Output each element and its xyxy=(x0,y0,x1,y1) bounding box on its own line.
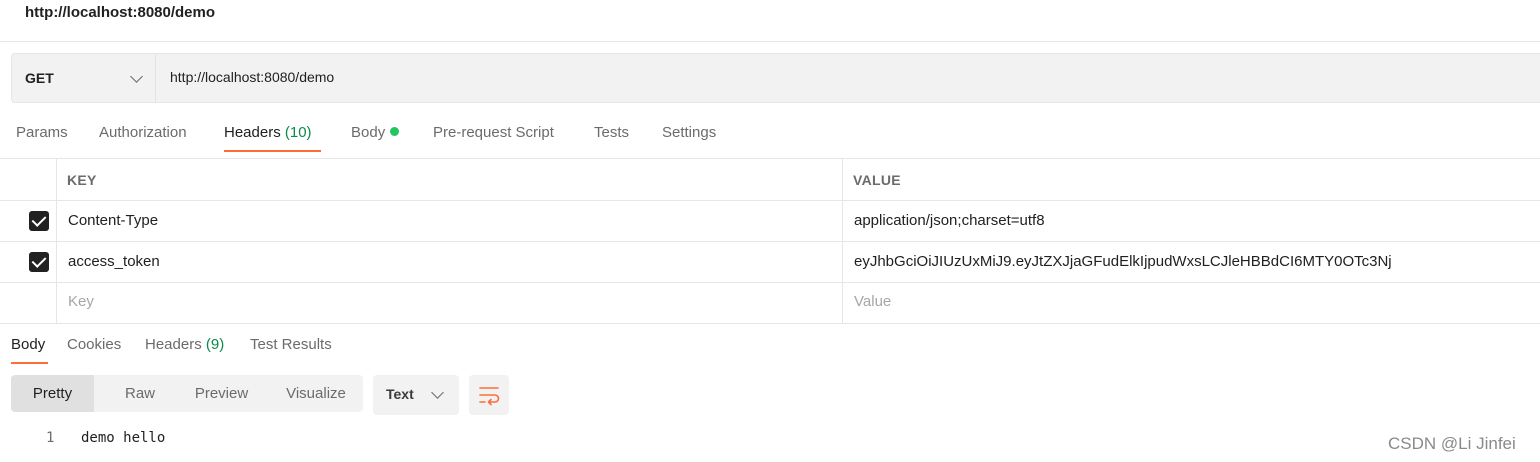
body-indicator-dot-icon xyxy=(390,127,400,136)
word-wrap-button[interactable] xyxy=(469,375,509,415)
new-value-input[interactable]: Value xyxy=(854,293,891,310)
response-body-line: demo hello xyxy=(81,430,166,446)
chevron-down-icon xyxy=(130,70,143,83)
active-tab-underline xyxy=(224,150,321,152)
request-tabs: Params Authorization Headers (10) Body P… xyxy=(0,114,1540,158)
watermark: CSDN @Li Jinfei xyxy=(1388,434,1516,453)
active-tab-underline xyxy=(11,362,48,364)
view-visualize-button[interactable]: Visualize xyxy=(269,375,363,412)
tab-label: Tests xyxy=(594,124,630,141)
new-key-input[interactable]: Key xyxy=(68,293,94,310)
request-title[interactable]: http://localhost:8080/demo xyxy=(25,4,215,21)
divider xyxy=(0,282,1540,283)
row-enabled-checkbox[interactable] xyxy=(29,252,49,272)
tab-label: Pre-request Script xyxy=(433,124,554,141)
tab-headers[interactable]: Headers (10) xyxy=(224,124,312,141)
tab-tests[interactable]: Tests xyxy=(594,124,629,141)
tab-label: Headers xyxy=(224,124,281,141)
tab-label: Headers xyxy=(145,336,202,353)
url-bar: GET http://localhost:8080/demo xyxy=(11,53,1540,103)
tab-label: Body xyxy=(351,124,386,141)
tab-label: Authorization xyxy=(99,124,187,141)
wrap-lines-icon xyxy=(479,387,500,406)
view-pretty-button[interactable]: Pretty xyxy=(11,375,94,412)
method-select[interactable]: GET xyxy=(12,54,156,102)
header-value-cell[interactable]: eyJhbGciOiJIUzUxMiJ9.eyJtZXJjaGFudElkIjp… xyxy=(854,253,1392,270)
method-label: GET xyxy=(25,70,54,86)
chevron-down-icon xyxy=(431,386,444,399)
divider xyxy=(842,158,843,324)
headers-table: KEY VALUE Content-Type application/json;… xyxy=(0,158,1540,324)
column-header-key: KEY xyxy=(67,172,97,188)
header-value-cell[interactable]: application/json;charset=utf8 xyxy=(854,212,1045,229)
divider xyxy=(56,158,57,324)
tab-response-body[interactable]: Body xyxy=(11,336,45,353)
tab-authorization[interactable]: Authorization xyxy=(99,124,187,141)
divider xyxy=(0,158,1540,159)
tab-test-results[interactable]: Test Results xyxy=(250,336,332,353)
line-number: 1 xyxy=(46,430,55,446)
tab-response-headers[interactable]: Headers (9) xyxy=(145,336,224,353)
tab-pre-request-script[interactable]: Pre-request Script xyxy=(433,124,554,141)
url-input[interactable]: http://localhost:8080/demo xyxy=(170,69,334,85)
view-raw-button[interactable]: Raw xyxy=(106,375,174,412)
tab-count: (10) xyxy=(284,124,312,141)
tab-settings[interactable]: Settings xyxy=(662,124,716,141)
tab-label: Settings xyxy=(662,124,717,141)
tab-count: (9) xyxy=(205,336,225,353)
header-key-cell[interactable]: Content-Type xyxy=(68,212,158,229)
divider xyxy=(0,200,1540,201)
view-preview-button[interactable]: Preview xyxy=(174,375,269,412)
header-key-cell[interactable]: access_token xyxy=(68,253,160,270)
divider xyxy=(0,241,1540,242)
tab-label: Params xyxy=(16,124,68,141)
tab-body[interactable]: Body xyxy=(351,124,400,141)
response-tabs: Body Cookies Headers (9) Test Results xyxy=(0,324,1540,364)
tab-cookies[interactable]: Cookies xyxy=(67,336,121,353)
format-select[interactable]: Text xyxy=(373,375,459,415)
format-select-label: Text xyxy=(386,386,414,402)
request-title-bar: http://localhost:8080/demo xyxy=(0,0,1540,42)
row-enabled-checkbox[interactable] xyxy=(29,211,49,231)
column-header-value: VALUE xyxy=(853,172,901,188)
view-mode-switcher: Pretty Raw Preview Visualize xyxy=(11,375,363,412)
tab-params[interactable]: Params xyxy=(16,124,68,141)
